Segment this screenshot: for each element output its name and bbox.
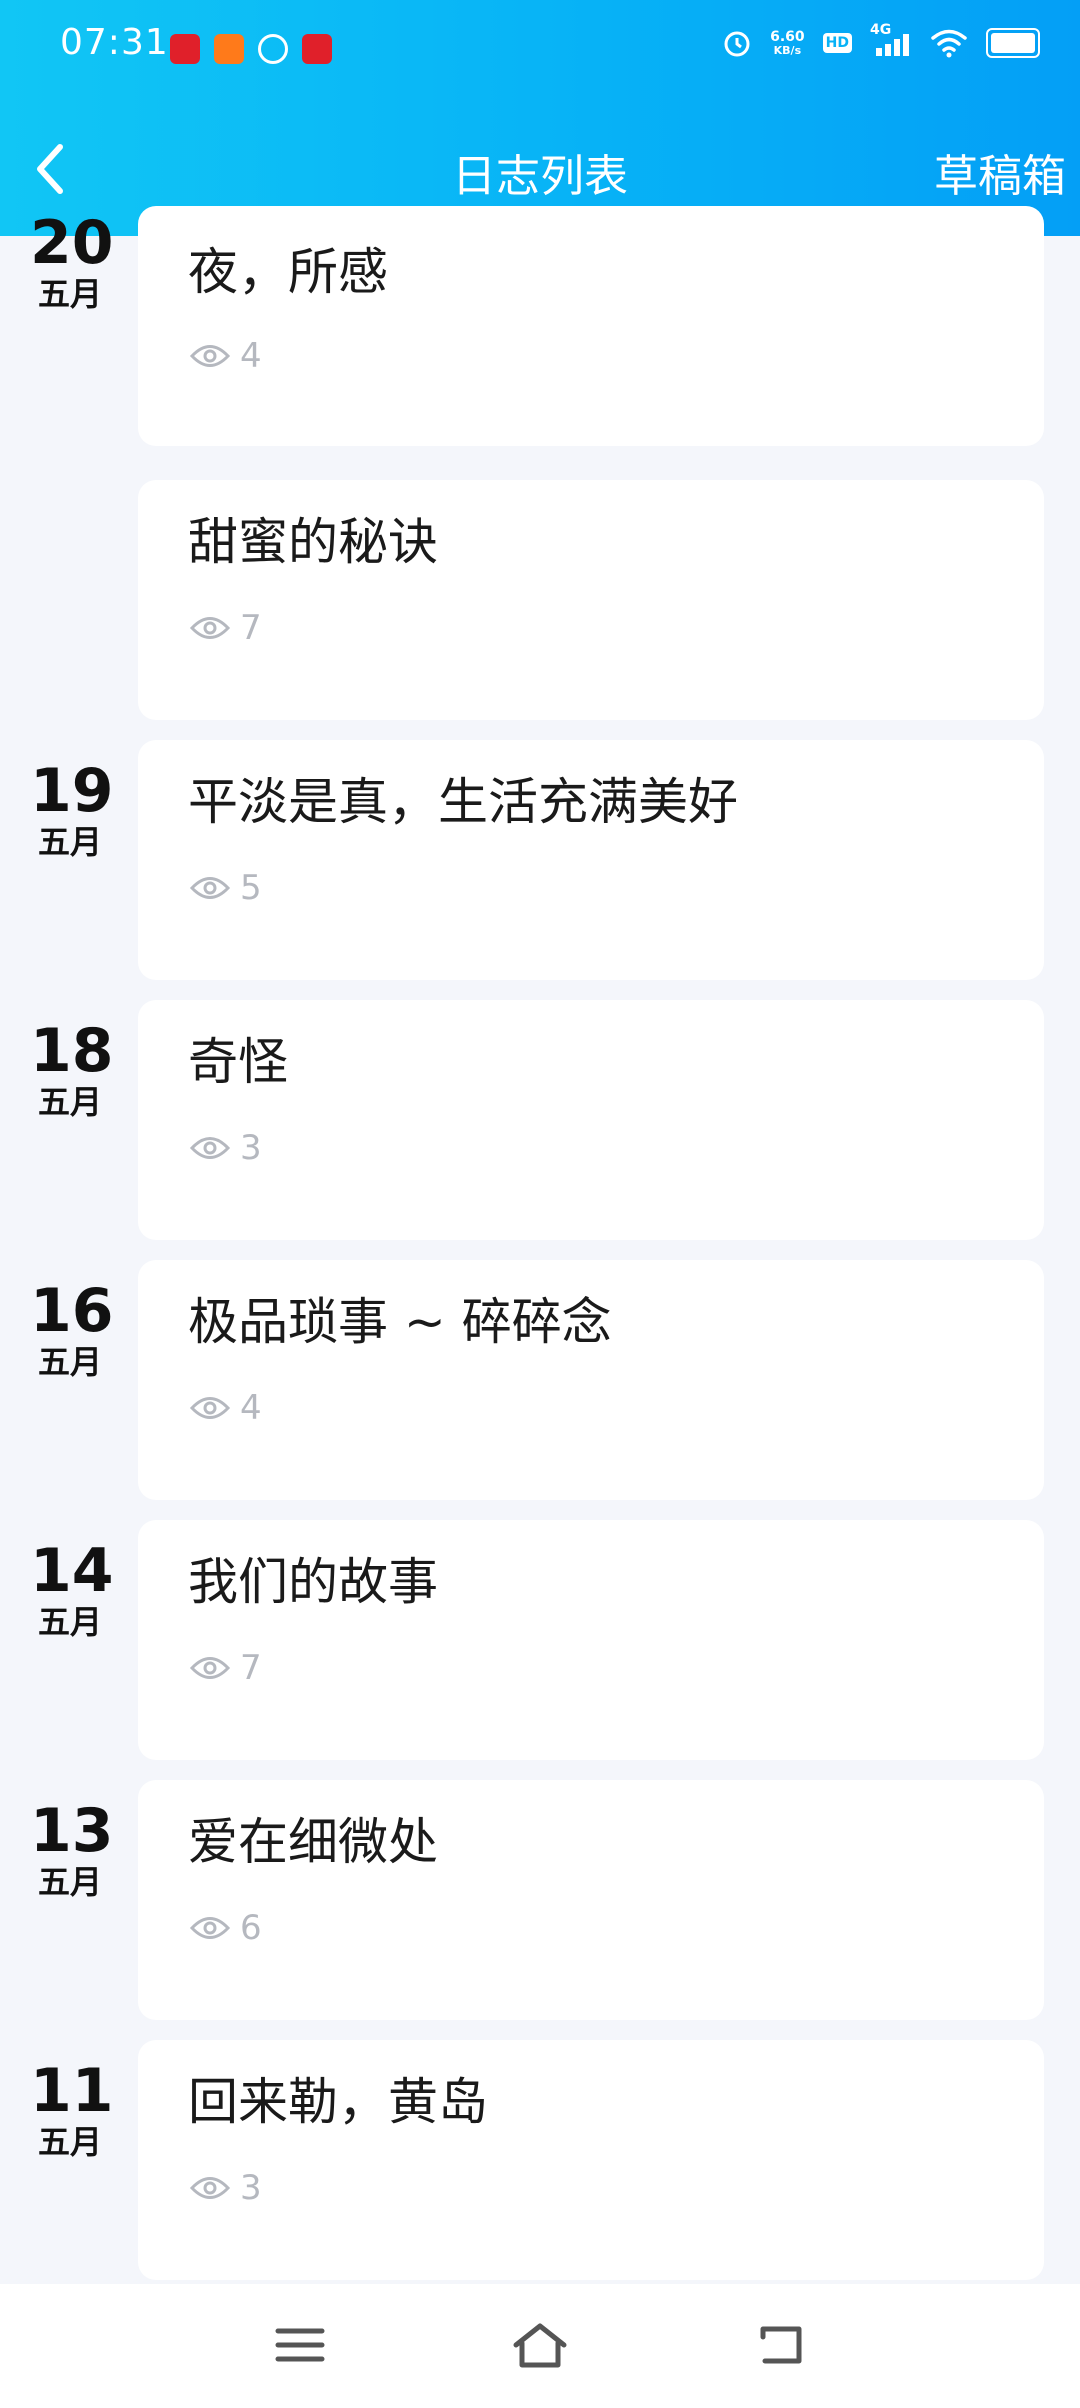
entry-month: 五月 — [37, 275, 102, 313]
entry-title: 甜蜜的秘诀 — [188, 513, 438, 571]
eye-icon — [190, 617, 230, 639]
entry-views: 6 — [190, 1908, 262, 1948]
entry-day: 11 — [30, 2056, 114, 2126]
entry-date: 18 五月 — [30, 1016, 114, 1122]
entry-card[interactable]: 夜，所感 4 — [138, 206, 1044, 446]
entry-day: 18 — [30, 1016, 114, 1086]
entry-title: 奇怪 — [188, 1033, 288, 1091]
journal-entry: 13 五月 爱在细微处 6 — [0, 1780, 1080, 2020]
status-time: 07:31 — [60, 22, 169, 63]
entry-day: 20 — [30, 208, 114, 278]
network-speed: 6.60 KB/s — [770, 29, 805, 57]
entry-title: 夜，所感 — [188, 243, 388, 301]
alarm-icon — [724, 31, 750, 57]
entry-views: 4 — [190, 336, 262, 376]
entry-views: 7 — [190, 1648, 262, 1688]
entry-views: 5 — [190, 868, 262, 908]
entry-view-count: 4 — [240, 336, 262, 376]
app-notification-icon — [258, 34, 288, 64]
entry-day: 13 — [30, 1796, 114, 1866]
entry-views: 4 — [190, 1388, 262, 1428]
entry-view-count: 7 — [240, 1648, 262, 1688]
entry-day: 16 — [30, 1276, 114, 1346]
entry-view-count: 7 — [240, 608, 262, 648]
journal-entry: 18 五月 奇怪 3 — [0, 1000, 1080, 1240]
entry-card[interactable]: 奇怪 3 — [138, 1000, 1044, 1240]
entry-title: 我们的故事 — [188, 1553, 438, 1611]
entry-month: 五月 — [37, 1083, 102, 1121]
journal-entry: 甜蜜的秘诀 7 — [0, 480, 1080, 720]
signal-icon — [876, 34, 909, 56]
eye-icon — [190, 1137, 230, 1159]
entry-month: 五月 — [37, 823, 102, 861]
entry-day: 14 — [30, 1536, 114, 1606]
drafts-button[interactable]: 草稿箱 — [934, 140, 1066, 204]
entry-title: 平淡是真，生活充满美好 — [188, 773, 738, 831]
entry-views: 7 — [190, 608, 262, 648]
entry-views: 3 — [190, 2168, 262, 2208]
header: 07:31 6.60 KB/s HD 4G 日志列表 草稿箱 — [0, 0, 1080, 236]
nav-menu-button[interactable] — [260, 2310, 340, 2380]
return-icon — [760, 2326, 802, 2364]
wifi-icon — [931, 29, 967, 58]
entry-title: 回来勒，黄岛 — [188, 2073, 488, 2131]
eye-icon — [190, 2177, 230, 2199]
entry-title: 极品琐事 ~ 碎碎念 — [188, 1293, 612, 1351]
entry-date: 11 五月 — [30, 2056, 114, 2162]
eye-icon — [190, 877, 230, 899]
journal-entry: 11 五月 回来勒，黄岛 3 — [0, 2040, 1080, 2280]
app-notification-icon — [302, 34, 332, 64]
entry-card[interactable]: 极品琐事 ~ 碎碎念 4 — [138, 1260, 1044, 1500]
entry-card[interactable]: 我们的故事 7 — [138, 1520, 1044, 1760]
entry-card[interactable]: 爱在细微处 6 — [138, 1780, 1044, 2020]
journal-entry: 14 五月 我们的故事 7 — [0, 1520, 1080, 1760]
entry-view-count: 3 — [240, 2168, 262, 2208]
journal-entry: 20 五月 夜，所感 4 — [0, 206, 1080, 446]
home-icon — [513, 2323, 567, 2368]
eye-icon — [190, 345, 230, 367]
entry-date: 20 五月 — [30, 208, 114, 314]
entry-month: 五月 — [37, 1603, 102, 1641]
entry-card[interactable]: 甜蜜的秘诀 7 — [138, 480, 1044, 720]
app-notification-icon — [214, 34, 244, 64]
entry-card[interactable]: 回来勒，黄岛 3 — [138, 2040, 1044, 2280]
notification-icons — [170, 34, 332, 64]
entry-month: 五月 — [37, 2123, 102, 2161]
entry-month: 五月 — [37, 1863, 102, 1901]
app-notification-icon — [170, 34, 200, 64]
eye-icon — [190, 1657, 230, 1679]
signal-indicator: 4G — [870, 22, 912, 58]
entry-view-count: 5 — [240, 868, 262, 908]
network-speed-value: 6.60 — [770, 29, 805, 45]
entry-date: 14 五月 — [30, 1536, 114, 1642]
nav-home-button[interactable] — [500, 2310, 580, 2380]
battery-icon — [986, 28, 1040, 58]
nav-back-button[interactable] — [740, 2310, 820, 2380]
status-bar: 07:31 6.60 KB/s HD 4G — [0, 0, 1080, 100]
entry-views: 3 — [190, 1128, 262, 1168]
menu-icon — [275, 2328, 325, 2362]
journal-entry: 19 五月 平淡是真，生活充满美好 5 — [0, 740, 1080, 980]
entry-month: 五月 — [37, 1343, 102, 1381]
entry-date: 13 五月 — [30, 1796, 114, 1902]
eye-icon — [190, 1397, 230, 1419]
entry-view-count: 4 — [240, 1388, 262, 1428]
entry-view-count: 6 — [240, 1908, 262, 1948]
network-speed-unit: KB/s — [773, 44, 802, 57]
eye-icon — [190, 1917, 230, 1939]
page-title: 日志列表 — [452, 151, 628, 202]
entry-view-count: 3 — [240, 1128, 262, 1168]
entry-date: 19 五月 — [30, 756, 114, 862]
entry-day: 19 — [30, 756, 114, 826]
status-indicators: 6.60 KB/s HD 4G — [722, 22, 1040, 58]
system-navigation-bar — [0, 2284, 1080, 2408]
hd-badge: HD — [822, 33, 852, 53]
entry-date: 16 五月 — [30, 1276, 114, 1382]
entry-title: 爱在细微处 — [188, 1813, 438, 1871]
entry-card[interactable]: 平淡是真，生活充满美好 5 — [138, 740, 1044, 980]
journal-entry: 16 五月 极品琐事 ~ 碎碎念 4 — [0, 1260, 1080, 1500]
